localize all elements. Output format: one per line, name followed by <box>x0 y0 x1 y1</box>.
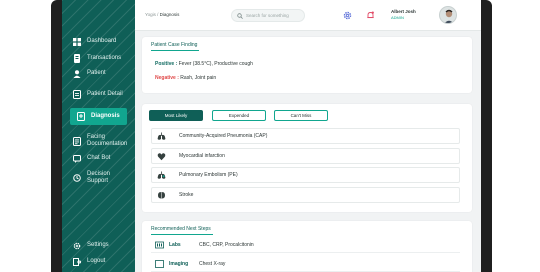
sidebar-item-label: Diagnosis <box>91 113 120 119</box>
settings-icon <box>72 241 81 250</box>
sidebar-item-logout[interactable]: Logout <box>62 257 135 266</box>
brain-icon <box>157 191 166 200</box>
sidebar-item-label: Dashboard <box>87 38 117 44</box>
diagnosis-icon <box>76 112 85 121</box>
diagnosis-row-stroke[interactable]: Stroke <box>151 187 460 203</box>
sidebar-item-label: Transactions <box>87 55 122 61</box>
card-title: Patient Case Finding <box>151 42 200 51</box>
next-step-value: CBC, CRP, Procalcitonin <box>199 242 254 248</box>
logout-icon <box>72 257 81 266</box>
labs-icon <box>154 241 164 250</box>
settings-gear-icon[interactable] <box>342 10 353 21</box>
sidebar-item-label: Settings <box>87 242 109 248</box>
sidebar-item-label: Facing Documentation <box>87 134 128 147</box>
negative-finding: Negative : Rash, Joint pain <box>155 75 216 81</box>
lungs-clot-icon <box>157 171 166 180</box>
sidebar-item-label: Logout <box>87 258 106 264</box>
transactions-icon <box>72 54 81 63</box>
sidebar-item-patient[interactable]: Patient <box>62 69 135 78</box>
diagnosis-name: Pulmonary Embolism (PE) <box>179 172 238 178</box>
positive-finding: Positive : Fever (38.5°C), Productive co… <box>155 61 253 67</box>
search-icon <box>237 12 243 19</box>
sidebar-item-diagnosis[interactable]: Diagnosis <box>70 108 127 125</box>
app-screen: Dashboard Transactions Patient Patient D… <box>62 0 481 272</box>
heart-icon <box>157 152 166 161</box>
top-bar: Yogis / Diagnosis Albert Josh ADMIN <box>135 0 481 31</box>
sidebar-item-facing-documentation[interactable]: Facing Documentation <box>62 134 135 148</box>
chat-icon <box>72 154 81 163</box>
decision-support-icon <box>72 174 81 183</box>
dashboard-icon <box>72 37 81 46</box>
diagnosis-row-pulmonary-embolism[interactable]: Pulmonary Embolism (PE) <box>151 167 460 183</box>
positive-text: Fever (38.5°C), Productive cough <box>178 61 253 67</box>
sidebar-item-settings[interactable]: Settings <box>62 241 135 250</box>
negative-label: Negative : <box>155 75 179 81</box>
sidebar-item-transactions[interactable]: Transactions <box>62 54 135 63</box>
patient-icon <box>72 69 81 78</box>
next-step-row-labs: Labs CBC, CRP, Procalcitonin <box>151 238 460 253</box>
next-steps-card: Recommended Next Steps Labs CBC, CRP, Pr… <box>142 221 472 272</box>
sidebar: Dashboard Transactions Patient Patient D… <box>62 0 135 272</box>
diagnosis-row-myocardial-infarction[interactable]: Myocardial infarction <box>151 148 460 164</box>
user-name: Albert Josh <box>391 9 416 14</box>
next-step-row-imaging: Imaging Chest X-ray <box>151 257 460 272</box>
avatar[interactable] <box>439 6 457 24</box>
breadcrumb-current: Diagnosis <box>159 12 180 17</box>
search-input[interactable] <box>246 13 304 18</box>
diagnosis-name: Stroke <box>179 192 194 198</box>
documentation-icon <box>72 136 81 146</box>
breadcrumb: Yogis / Diagnosis <box>145 12 179 17</box>
imaging-icon <box>154 260 164 269</box>
patient-case-finding-card: Patient Case Finding Positive : Fever (3… <box>142 37 472 93</box>
next-step-label: Imaging <box>169 261 189 267</box>
sidebar-item-dashboard[interactable]: Dashboard <box>62 37 135 46</box>
diagnosis-name: Community-Acquired Pneumonia (CAP) <box>179 133 268 139</box>
diagnosis-name: Myocardial infarction <box>179 153 225 159</box>
sidebar-item-patient-detail[interactable]: Patient Detail <box>62 90 135 99</box>
diagnosis-card: Most Likely Expended Can't Miss Communit… <box>142 104 472 212</box>
sidebar-item-label: Patient <box>87 70 106 76</box>
positive-label: Positive : <box>155 61 178 67</box>
tab-cant-miss[interactable]: Can't Miss <box>274 110 328 121</box>
sidebar-item-label: Decision Support <box>87 171 111 184</box>
next-step-label: Labs <box>169 242 181 248</box>
breadcrumb-parent[interactable]: Yogis / <box>145 12 158 17</box>
sidebar-item-label: Chat Bot <box>87 155 111 161</box>
diagnosis-row-cap[interactable]: Community-Acquired Pneumonia (CAP) <box>151 128 460 144</box>
next-step-value: Chest X-ray <box>199 261 226 267</box>
patient-detail-icon <box>72 90 81 99</box>
lungs-icon <box>157 132 166 141</box>
sidebar-item-decision-support[interactable]: Decision Support <box>62 171 135 185</box>
search-box <box>231 9 305 22</box>
notification-bell-icon[interactable] <box>365 10 376 21</box>
card-title: Recommended Next Steps <box>151 226 213 235</box>
laptop-frame: Dashboard Transactions Patient Patient D… <box>51 0 492 272</box>
negative-text: Rash, Joint pain <box>180 75 217 81</box>
user-role: ADMIN <box>391 15 404 20</box>
tab-expended[interactable]: Expended <box>212 110 266 121</box>
tab-most-likely[interactable]: Most Likely <box>149 110 203 121</box>
sidebar-item-label: Patient Detail <box>87 91 123 97</box>
sidebar-item-chat-bot[interactable]: Chat Bot <box>62 154 135 163</box>
